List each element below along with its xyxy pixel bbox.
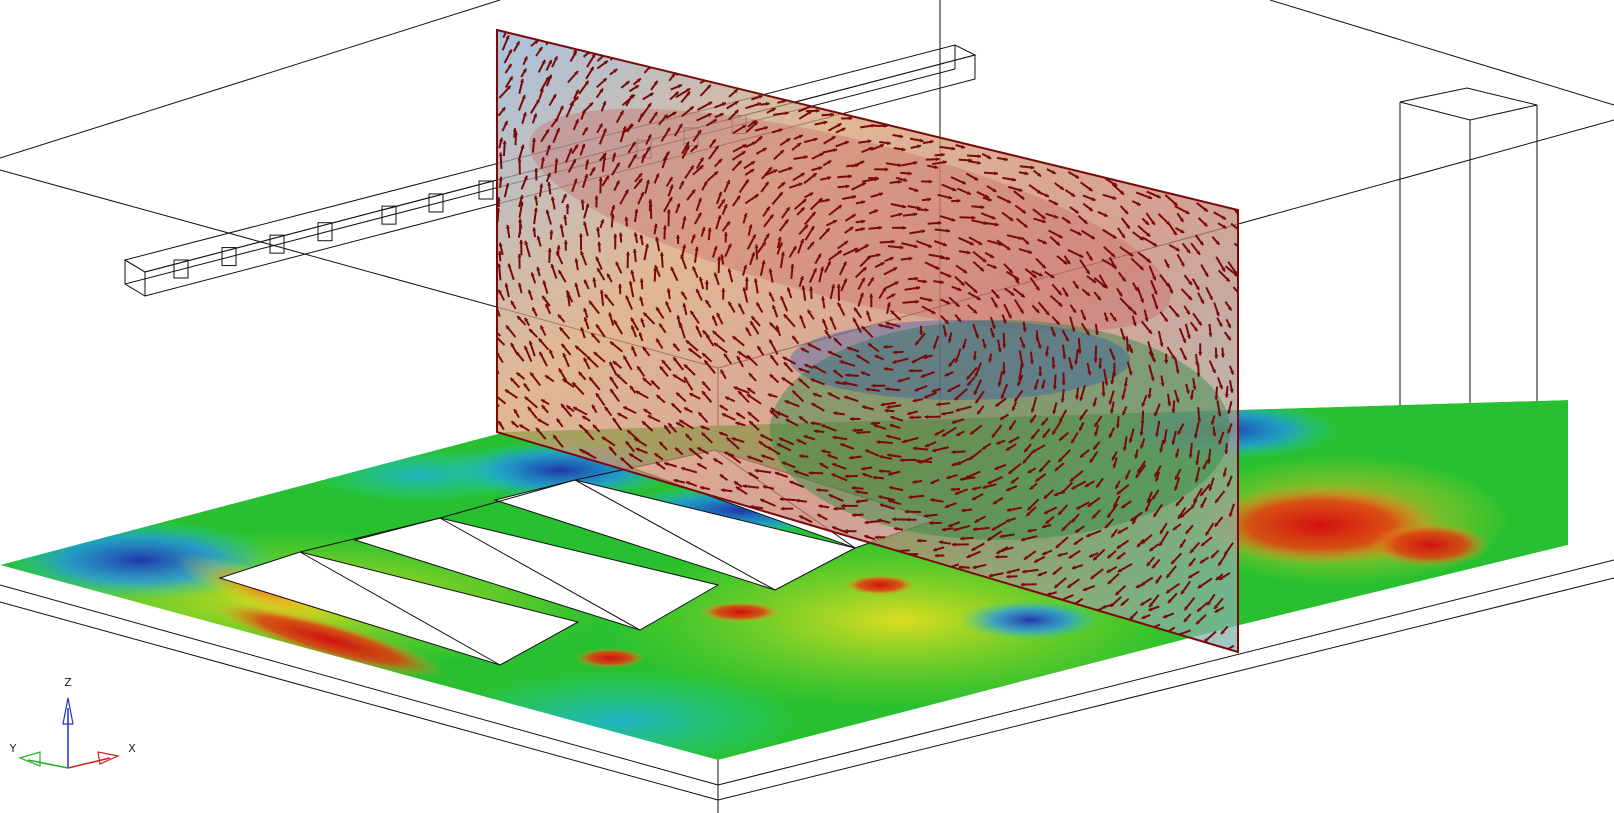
velocity-vector bbox=[518, 30, 528, 37]
x-axis-label: X bbox=[128, 742, 136, 755]
velocity-vector-head bbox=[523, 25, 527, 29]
velocity-vector-head bbox=[492, 328, 496, 332]
velocity-vector-head bbox=[1239, 217, 1243, 221]
velocity-vector-head bbox=[1241, 230, 1245, 234]
velocity-vector-head bbox=[551, 34, 555, 39]
velocity-vector bbox=[631, 50, 643, 64]
velocity-vector-head bbox=[493, 333, 497, 337]
velocity-vector-head bbox=[614, 49, 619, 54]
velocity-vector-head bbox=[490, 368, 494, 372]
velocity-vector-head bbox=[492, 401, 496, 405]
axis-triad: Z X Y bbox=[9, 676, 136, 769]
velocity-vector-head bbox=[1243, 251, 1247, 255]
y-axis-arrow-icon bbox=[18, 751, 41, 767]
scene-svg: Z X Y bbox=[0, 0, 1614, 813]
z-axis-label: Z bbox=[64, 676, 72, 689]
velocity-vector-head bbox=[638, 50, 642, 55]
y-axis-label: Y bbox=[9, 742, 17, 755]
velocity-vector-head bbox=[581, 44, 586, 48]
cfd-3d-viewport[interactable]: Z X Y bbox=[0, 0, 1614, 813]
velocity-vector-head bbox=[680, 68, 685, 72]
velocity-vector-head bbox=[716, 77, 721, 82]
